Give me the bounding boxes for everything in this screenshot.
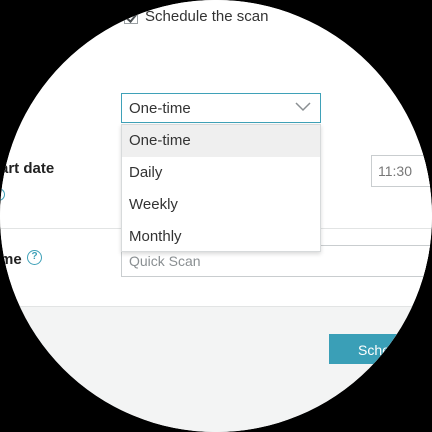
frequency-dropdown: One-time Daily Weekly Monthly bbox=[121, 124, 321, 252]
start-time-input[interactable]: 11:30 bbox=[371, 155, 432, 187]
start-date-label: art date bbox=[0, 160, 55, 177]
schedule-checkbox[interactable] bbox=[124, 9, 138, 24]
frequency-selected-value: One-time bbox=[129, 99, 191, 117]
schedule-button[interactable]: Sche bbox=[329, 334, 432, 364]
checkmark-icon bbox=[125, 9, 138, 23]
dropdown-option-daily[interactable]: Daily bbox=[122, 157, 320, 189]
scan-name-label: me bbox=[0, 251, 22, 268]
dropdown-option-weekly[interactable]: Weekly bbox=[122, 189, 320, 221]
footer-bar bbox=[0, 306, 432, 432]
form-area: Schedule the scan One-time One-time Dail… bbox=[0, 0, 432, 306]
help-circle-icon[interactable]: ? bbox=[27, 250, 42, 265]
viewport: Schedule the scan One-time One-time Dail… bbox=[0, 0, 432, 432]
dropdown-option-one-time[interactable]: One-time bbox=[122, 125, 320, 157]
chevron-down-icon bbox=[295, 102, 311, 112]
help-circle-icon[interactable] bbox=[0, 188, 5, 201]
schedule-checkbox-label: Schedule the scan bbox=[145, 8, 269, 25]
schedule-checkbox-row[interactable]: Schedule the scan bbox=[124, 8, 268, 25]
frequency-select[interactable]: One-time bbox=[121, 93, 321, 123]
dropdown-option-monthly[interactable]: Monthly bbox=[122, 221, 320, 253]
